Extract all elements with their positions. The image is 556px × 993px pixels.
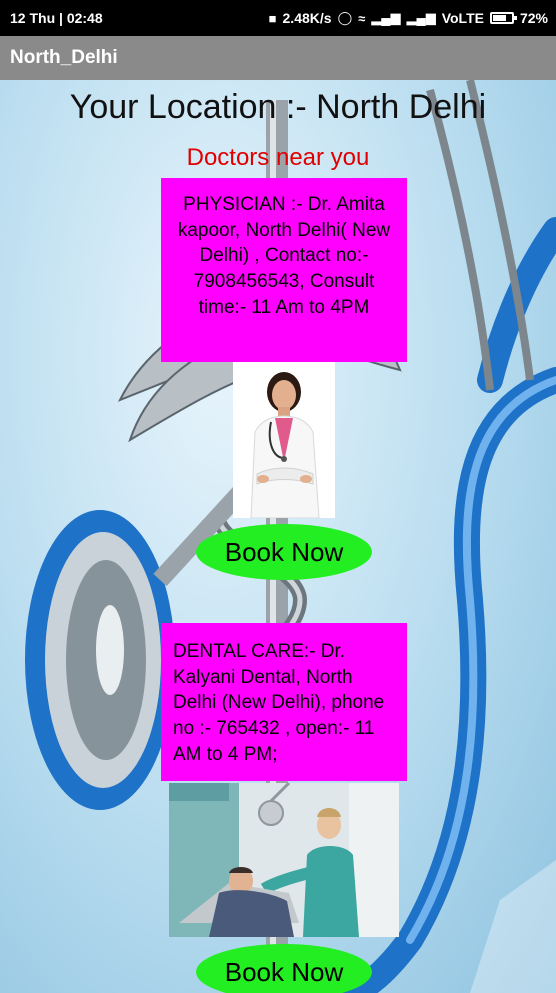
physician-info-card: PHYSICIAN :- Dr. Amita kapoor, North Del… bbox=[161, 178, 407, 362]
network-speed: 2.48K/s bbox=[282, 10, 332, 26]
signal-icon-1: ▂▄▆ bbox=[371, 10, 401, 25]
doctors-near-you-heading: Doctors near you bbox=[186, 144, 370, 171]
network-type: VoLTE bbox=[441, 10, 484, 26]
content-area[interactable]: Your Location :- North Delhi Doctors nea… bbox=[0, 80, 556, 993]
status-time-date: 12 Thu | 02:48 bbox=[10, 10, 103, 26]
app-bar-title: North_Delhi bbox=[10, 47, 118, 68]
location-title: Your Location :- North Delhi bbox=[69, 88, 487, 126]
battery-percent: 72% bbox=[519, 10, 548, 26]
wifi-icon: ≈ bbox=[358, 10, 366, 26]
chat-icon: ■ bbox=[268, 10, 277, 26]
alarm-off-icon: ◯ bbox=[337, 10, 353, 25]
battery-fill bbox=[492, 15, 506, 21]
signal-icon-2: ▂▄▆ bbox=[406, 10, 436, 25]
battery-icon bbox=[489, 12, 517, 24]
book-now-button[interactable]: Book Now bbox=[196, 944, 372, 993]
dental-clinic-photo bbox=[169, 783, 399, 937]
doctor-photo bbox=[233, 362, 335, 518]
dental-care-info-card: DENTAL CARE:- Dr. Kalyani Dental, North … bbox=[161, 623, 407, 781]
status-icons: ■ 2.48K/s ◯ ≈ ▂▄▆ ▂▄▆ VoLTE 72% bbox=[269, 10, 548, 26]
app-bar: North_Delhi bbox=[0, 36, 556, 80]
book-now-button[interactable]: Book Now bbox=[196, 524, 372, 580]
screen: 12 Thu | 02:48 ■ 2.48K/s ◯ ≈ ▂▄▆ ▂▄▆ VoL… bbox=[0, 0, 556, 993]
status-bar: 12 Thu | 02:48 ■ 2.48K/s ◯ ≈ ▂▄▆ ▂▄▆ VoL… bbox=[0, 0, 556, 36]
